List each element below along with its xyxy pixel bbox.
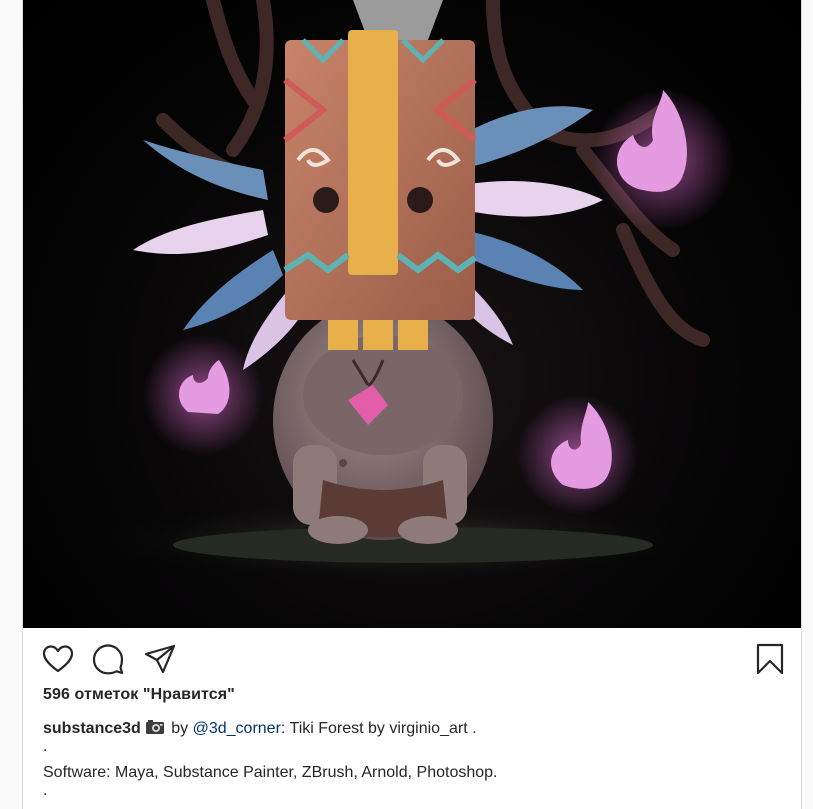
- tiki-character-illustration: [93, 0, 733, 580]
- bookmark-icon: [756, 643, 784, 675]
- share-icon: [144, 644, 176, 674]
- caption-title-text: : Tiki Forest by virginio_art .: [280, 720, 477, 737]
- mention-link[interactable]: @3d_corner: [193, 720, 281, 737]
- post-image[interactable]: [23, 0, 801, 628]
- caption-dot: .: [43, 782, 48, 799]
- camera-emoji-icon: [145, 720, 164, 734]
- like-button[interactable]: [41, 642, 75, 676]
- comment-icon: [92, 644, 124, 675]
- caption-dot: .: [43, 738, 48, 755]
- caption-username-link[interactable]: substance3d: [43, 720, 141, 737]
- caption-software-line: Software: Maya, Substance Painter, ZBrus…: [43, 764, 498, 781]
- like-count[interactable]: 596 отметок "Нравится": [43, 686, 235, 704]
- caption-by-text: by: [166, 720, 193, 737]
- comment-button[interactable]: [91, 642, 125, 676]
- post-actions-bar: [23, 628, 801, 688]
- share-button[interactable]: [143, 642, 177, 676]
- heart-icon: [42, 645, 74, 673]
- post-caption: substance3d by @3d_corner: Tiki Forest b…: [43, 718, 783, 806]
- save-button[interactable]: [753, 642, 787, 676]
- caption-first-line: substance3d by @3d_corner: Tiki Forest b…: [43, 718, 783, 740]
- post-card: 596 отметок "Нравится" substance3d by @3…: [22, 0, 802, 809]
